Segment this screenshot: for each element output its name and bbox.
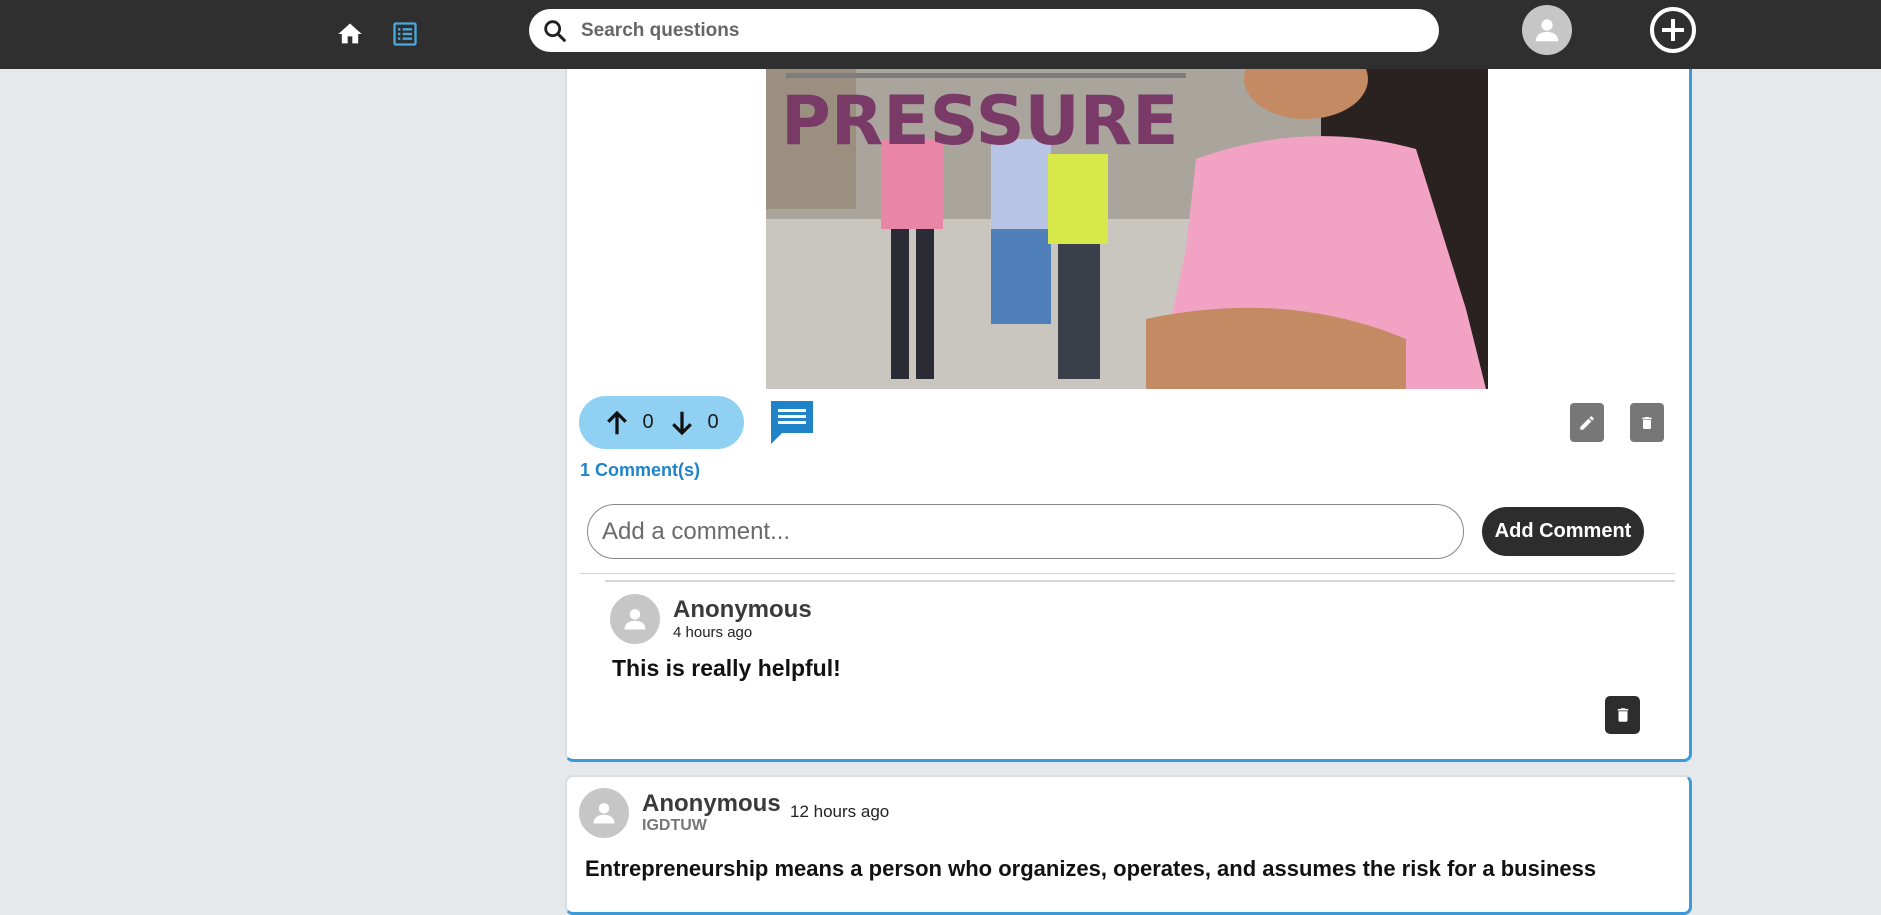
user-avatar-icon[interactable] bbox=[1522, 5, 1572, 55]
downvote-button[interactable] bbox=[663, 404, 701, 442]
trash-icon bbox=[1617, 708, 1628, 722]
comment-time: 4 hours ago bbox=[673, 624, 753, 641]
comment-icon[interactable] bbox=[768, 398, 816, 446]
divider bbox=[605, 580, 1675, 582]
upvote-count: 0 bbox=[642, 411, 654, 433]
add-circle-icon[interactable] bbox=[1648, 5, 1698, 55]
search-icon bbox=[544, 19, 566, 42]
comment-input[interactable] bbox=[587, 504, 1464, 559]
post-image: PRESSURE bbox=[766, 69, 1488, 389]
delete-post-button[interactable] bbox=[1630, 403, 1664, 442]
add-comment-button[interactable]: Add Comment bbox=[1482, 507, 1644, 556]
comment-author: Anonymous bbox=[673, 596, 812, 623]
downvote-count: 0 bbox=[707, 411, 719, 433]
trash-icon bbox=[1642, 416, 1652, 429]
post-org: IGDTUW bbox=[642, 817, 707, 834]
avatar bbox=[579, 788, 629, 838]
user-icon bbox=[593, 803, 615, 824]
delete-comment-button[interactable] bbox=[1605, 696, 1640, 734]
comments-count-link[interactable]: 1 Comment(s) bbox=[580, 460, 700, 481]
post-time: 12 hours ago bbox=[790, 802, 890, 821]
search-bar bbox=[529, 9, 1439, 52]
comment-text: This is really helpful! bbox=[612, 655, 841, 681]
avatar bbox=[610, 594, 660, 644]
feed-list-icon[interactable] bbox=[387, 16, 423, 52]
search-input[interactable] bbox=[579, 18, 1403, 43]
upvote-button[interactable] bbox=[598, 404, 636, 442]
post-text: Entrepreneurship means a person who orga… bbox=[585, 856, 1597, 881]
user-icon bbox=[624, 609, 646, 630]
divider bbox=[579, 573, 1675, 574]
top-navbar bbox=[0, 0, 1881, 69]
vote-controls: 0 0 bbox=[579, 396, 744, 449]
edit-button[interactable] bbox=[1570, 403, 1604, 442]
pencil-icon bbox=[1580, 415, 1594, 430]
image-title-text: PRESSURE bbox=[781, 82, 1179, 161]
home-icon[interactable] bbox=[332, 16, 368, 52]
post-author: Anonymous bbox=[642, 790, 781, 817]
